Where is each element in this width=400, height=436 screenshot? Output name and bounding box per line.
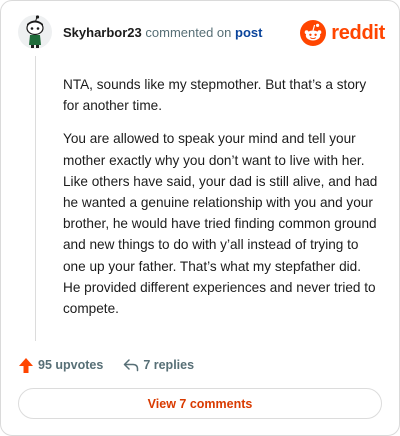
reddit-brand[interactable]: reddit [300,20,385,46]
upvote-button[interactable]: 95 upvotes [18,357,103,374]
upvote-count: 95 upvotes [38,358,104,372]
snoo-avatar-icon [26,15,44,48]
comment-actions: 95 upvotes 7 replies [18,355,194,375]
reddit-logo-icon [300,20,327,46]
comment-body: NTA, sounds like my stepmother. But that… [63,74,381,331]
comment-embed-card: Skyharbor23 commented on post reddit NTA… [0,0,400,436]
replies-count: 7 replies [143,358,195,372]
comment-paragraph: NTA, sounds like my stepmother. But that… [63,77,367,114]
reddit-wordmark: reddit [331,21,385,44]
commented-on-label: commented on [145,25,232,40]
avatar[interactable] [18,15,52,49]
reply-arrow-icon [124,359,139,372]
comment-header: Skyharbor23 commented on post reddit [18,15,385,51]
username-link[interactable]: Skyharbor23 [63,25,142,40]
comment-meta: Skyharbor23 commented on post [63,25,262,40]
thread-line[interactable] [35,56,36,341]
replies-button[interactable]: 7 replies [123,358,194,372]
comment-paragraph: You are allowed to speak your mind and t… [63,131,378,317]
post-link[interactable]: post [235,25,262,40]
upvote-arrow-icon [19,357,33,373]
view-comments-button[interactable]: View 7 comments [18,388,382,419]
